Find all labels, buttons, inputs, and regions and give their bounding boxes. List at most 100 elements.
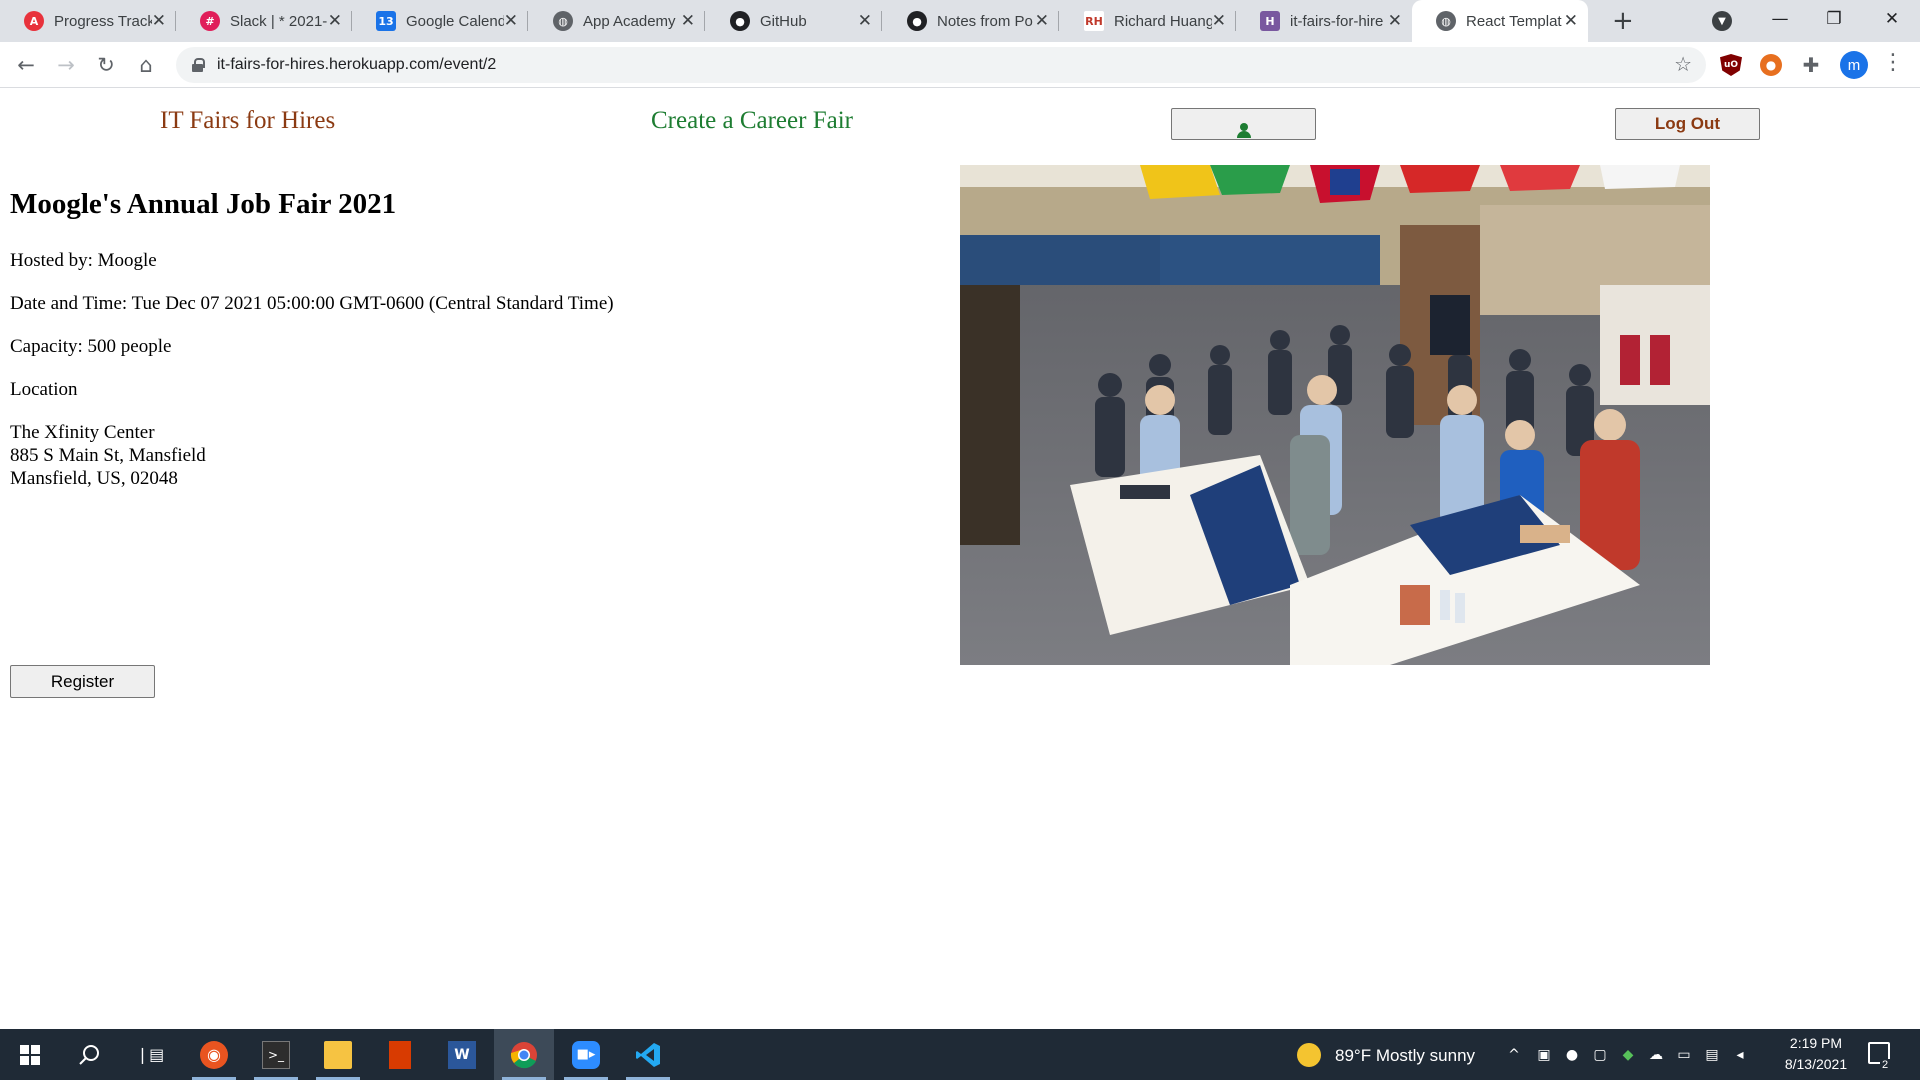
taskbar-vscode[interactable]	[618, 1029, 678, 1080]
tab-1[interactable]: A Progress Track ✕	[0, 0, 176, 42]
tab-8[interactable]: Hit-fairs-for-hire ✕	[1236, 0, 1412, 42]
app-academy-progress-icon: A	[24, 11, 44, 31]
tab-close-icon[interactable]: ✕	[858, 11, 872, 31]
taskbar-office[interactable]	[370, 1029, 430, 1080]
zoom-icon: ■▸	[572, 1040, 600, 1069]
browser-toolbar: ← → ↻ ⌂ it-fairs-for-hires.herokuapp.com…	[0, 42, 1920, 88]
career-fair-crowd-image	[960, 165, 1710, 665]
tray-microphone-icon[interactable]: ●	[1563, 1046, 1581, 1064]
tab-separator	[1235, 11, 1236, 31]
tab-4[interactable]: ◍ App Academy ✕	[529, 0, 705, 42]
restore-icon[interactable]: ❐	[1806, 0, 1862, 38]
tray-battery-icon[interactable]: ▭	[1675, 1046, 1693, 1064]
tab-separator	[527, 11, 528, 31]
event-venue: The Xfinity Center	[10, 422, 155, 443]
tab-close-icon[interactable]: ✕	[152, 11, 166, 31]
tab-title: Richard Huang	[1114, 12, 1212, 30]
close-window-icon[interactable]: ✕	[1864, 0, 1920, 38]
tab-close-icon[interactable]: ✕	[504, 11, 518, 31]
tab-close-icon[interactable]: ✕	[681, 11, 695, 31]
tab-9[interactable]: ◍ React Templat ✕	[1412, 0, 1588, 42]
clock-time[interactable]: 2:19 PM	[1772, 1035, 1860, 1051]
notification-count: 2	[1880, 1059, 1891, 1071]
globe-icon: ◍	[553, 11, 573, 31]
clock-date[interactable]: 8/13/2021	[1772, 1056, 1860, 1072]
windows-taskbar: ❘▤ ◉ >_ W ■▸ 89°F Mostly sunny ^ ▣ ● ▢ ◆…	[0, 1029, 1920, 1080]
search-icon	[76, 1041, 104, 1069]
tab-close-icon[interactable]: ✕	[1212, 11, 1226, 31]
person-icon	[1236, 123, 1251, 138]
tray-overflow-chevron-icon[interactable]: ^	[1505, 1046, 1523, 1064]
tab-separator	[351, 11, 352, 31]
tab-separator	[881, 11, 882, 31]
taskbar-file-explorer[interactable]	[308, 1029, 368, 1080]
chrome-menu-icon[interactable]: ⋮	[1882, 50, 1904, 75]
event-city: Mansfield, US, 02048	[10, 468, 178, 489]
back-icon[interactable]: ←	[12, 51, 40, 79]
tab-close-icon[interactable]: ✕	[1388, 11, 1402, 31]
task-view-button[interactable]: ❘▤	[120, 1029, 180, 1080]
tab-title: React Templat	[1466, 12, 1562, 30]
rh-initials-icon: RH	[1084, 11, 1104, 31]
github-icon: ●	[730, 11, 750, 31]
tab-close-icon[interactable]: ✕	[1035, 11, 1049, 31]
event-title: Moogle's Annual Job Fair 2021	[10, 188, 397, 220]
taskbar-chrome[interactable]	[494, 1029, 554, 1080]
taskbar-ubuntu[interactable]: ◉	[184, 1029, 244, 1080]
address-bar[interactable]: it-fairs-for-hires.herokuapp.com/event/2…	[176, 47, 1706, 83]
taskbar-word[interactable]: W	[432, 1029, 492, 1080]
task-view-icon: ❘▤	[135, 1045, 165, 1064]
google-calendar-icon: 13	[376, 11, 396, 31]
tab-separator	[704, 11, 705, 31]
lock-icon[interactable]	[192, 58, 205, 72]
search-button[interactable]	[60, 1029, 120, 1080]
terminal-icon: >_	[262, 1040, 290, 1069]
event-date-time: Date and Time: Tue Dec 07 2021 05:00:00 …	[10, 293, 614, 314]
ublock-origin-icon[interactable]: uO	[1720, 54, 1742, 76]
tab-title: Notes from Po	[937, 12, 1033, 30]
profile-avatar[interactable]: m	[1840, 51, 1868, 79]
logout-button[interactable]: Log Out	[1615, 108, 1760, 140]
tab-3[interactable]: 13 Google Calend ✕	[352, 0, 528, 42]
weather-text[interactable]: 89°F Mostly sunny	[1335, 1046, 1475, 1066]
new-tab-button[interactable]: +	[1612, 6, 1634, 36]
taskbar-zoom[interactable]: ■▸	[556, 1029, 616, 1080]
tray-volume-icon[interactable]: ◂	[1731, 1046, 1749, 1064]
tray-onedrive-icon[interactable]: ☁	[1647, 1046, 1665, 1064]
tray-defender-icon[interactable]: ◆	[1619, 1046, 1637, 1064]
home-icon[interactable]: ⌂	[132, 51, 160, 79]
weather-sun-icon[interactable]	[1297, 1043, 1321, 1067]
tray-sync-icon[interactable]: ▢	[1591, 1046, 1609, 1064]
tab-close-icon[interactable]: ✕	[1564, 11, 1578, 31]
tab-6[interactable]: ● Notes from Po ✕	[883, 0, 1059, 42]
nav-create-career-fair-link[interactable]: Create a Career Fair	[651, 107, 853, 135]
vscode-icon	[634, 1041, 662, 1069]
tab-5[interactable]: ● GitHub ✕	[706, 0, 882, 42]
event-address: The Xfinity Center 885 S Main St, Mansfi…	[10, 421, 206, 490]
url-text[interactable]: it-fairs-for-hires.herokuapp.com/event/2	[217, 56, 496, 74]
chrome-icon	[510, 1041, 538, 1069]
extensions-puzzle-icon[interactable]: ✚	[1800, 53, 1822, 77]
register-button[interactable]: Register	[10, 665, 155, 698]
minimize-icon[interactable]: —	[1752, 0, 1808, 38]
tab-separator	[175, 11, 176, 31]
tab-title: GitHub	[760, 12, 807, 30]
event-capacity: Capacity: 500 people	[10, 336, 172, 357]
fox-extension-icon[interactable]: ●	[1760, 54, 1782, 76]
github-icon: ●	[907, 11, 927, 31]
reload-icon[interactable]: ↻	[92, 51, 120, 79]
forward-icon[interactable]: →	[52, 51, 80, 79]
tab-close-icon[interactable]: ✕	[328, 11, 342, 31]
tab-2[interactable]: # Slack | * 2021- ✕	[176, 0, 352, 42]
event-photo	[960, 165, 1710, 665]
tray-network-icon[interactable]: ▤	[1703, 1046, 1721, 1064]
nav-home-link[interactable]: IT Fairs for Hires	[160, 107, 335, 135]
profile-button[interactable]	[1171, 108, 1316, 140]
ubuntu-icon: ◉	[200, 1040, 228, 1069]
bookmark-star-icon[interactable]: ☆	[1674, 52, 1692, 76]
start-button[interactable]	[0, 1029, 60, 1080]
tray-camera-icon[interactable]: ▣	[1535, 1046, 1553, 1064]
tab-search-icon[interactable]: ▼	[1712, 11, 1732, 31]
taskbar-terminal[interactable]: >_	[246, 1029, 306, 1080]
tab-7[interactable]: RH Richard Huang ✕	[1060, 0, 1236, 42]
